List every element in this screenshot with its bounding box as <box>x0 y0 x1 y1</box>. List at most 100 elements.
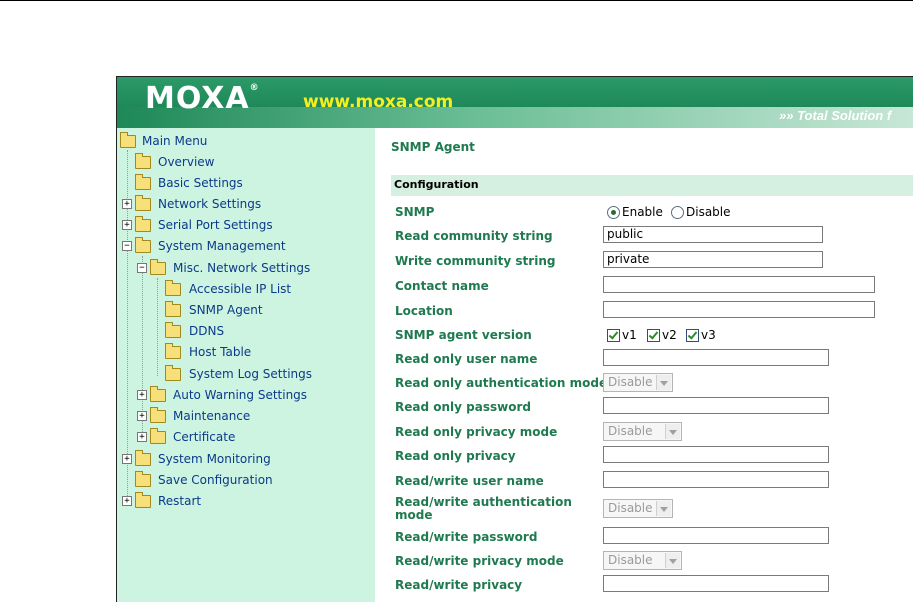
expand-icon[interactable]: + <box>137 390 147 400</box>
menu-item-label: Certificate <box>173 430 236 444</box>
write-community-input[interactable]: private <box>603 251 823 268</box>
chevron-down-icon <box>656 375 671 390</box>
ro-password-input[interactable] <box>603 397 829 414</box>
expand-icon[interactable]: + <box>122 199 132 209</box>
menu-item-label: Basic Settings <box>158 176 243 190</box>
rw-privacy-mode-value: Disable <box>608 553 653 567</box>
rw-auth-label-line2: mode <box>395 508 433 522</box>
rw-privacy-mode-label: Read/write privacy mode <box>395 554 564 568</box>
snmp-enable-label: Enable <box>622 205 663 219</box>
menu-item-label: Misc. Network Settings <box>173 261 311 275</box>
menu-item-label: DDNS <box>189 324 225 338</box>
web-console-frame: MOXA® www.moxa.com »» Total Solution f M… <box>116 76 913 602</box>
expand-icon[interactable]: + <box>122 496 132 506</box>
folder-icon <box>150 407 166 423</box>
ro-privacy-label: Read only privacy <box>395 449 516 463</box>
rw-auth-select[interactable]: Disable <box>603 499 673 518</box>
header-tagline: »» Total Solution f <box>779 108 892 123</box>
menu-item-label: System Management <box>158 239 286 253</box>
v1-checkbox[interactable] <box>607 329 620 342</box>
ro-auth-value: Disable <box>608 375 653 389</box>
expand-icon[interactable]: + <box>122 454 132 464</box>
section-header: Configuration <box>391 175 913 196</box>
ro-privacy-mode-select[interactable]: Disable <box>603 422 682 441</box>
snmp-version-checkboxes: v1 v2 v3 <box>607 328 727 343</box>
rw-privacy-label: Read/write privacy <box>395 578 523 592</box>
v3-checkbox[interactable] <box>686 329 699 342</box>
menu-item-label: Main Menu <box>142 134 208 148</box>
logo-registered-mark: ® <box>249 83 260 93</box>
contact-name-label: Contact name <box>395 279 489 293</box>
menu-item-label: Auto Warning Settings <box>173 388 308 402</box>
ro-privacy-mode-value: Disable <box>608 424 653 438</box>
rw-auth-label: Read/write authentication mode <box>395 496 572 522</box>
expand-icon[interactable]: + <box>122 220 132 230</box>
rw-password-input[interactable] <box>603 527 829 544</box>
read-community-input[interactable]: public <box>603 226 823 243</box>
collapse-icon[interactable]: − <box>137 263 147 273</box>
website-link[interactable]: www.moxa.com <box>303 92 453 112</box>
menu-item-label: System Log Settings <box>189 367 313 381</box>
ro-auth-label: Read only authentication mode <box>395 376 608 390</box>
folder-icon <box>150 428 166 444</box>
menu-item-label: Accessible IP List <box>189 282 292 296</box>
read-community-label: Read community string <box>395 229 553 243</box>
expand-icon[interactable]: + <box>137 411 147 421</box>
snmp-radio-group: Enable Disable <box>607 205 747 220</box>
snmp-version-label: SNMP agent version <box>395 328 532 342</box>
snmp-enable-radio[interactable] <box>607 206 620 219</box>
menu-item-label: Network Settings <box>158 197 262 211</box>
folder-icon <box>135 492 151 508</box>
expand-icon[interactable]: + <box>137 432 147 442</box>
contact-name-input[interactable] <box>603 276 875 293</box>
menu-item-label: Overview <box>158 155 215 169</box>
v2-checkbox[interactable] <box>647 329 660 342</box>
folder-icon <box>165 343 181 359</box>
write-community-label: Write community string <box>395 254 556 268</box>
folder-open-icon <box>135 237 151 253</box>
rw-privacy-mode-select[interactable]: Disable <box>603 551 682 570</box>
rw-user-label: Read/write user name <box>395 474 544 488</box>
logo-text: MOXA <box>145 81 250 116</box>
chevron-down-icon <box>656 501 671 516</box>
folder-open-icon <box>120 132 136 148</box>
tree-guide-line <box>157 278 158 376</box>
ro-password-label: Read only password <box>395 400 531 414</box>
moxa-logo: MOXA® <box>145 81 260 116</box>
folder-icon <box>135 450 151 466</box>
menu-item-label: Serial Port Settings <box>158 218 273 232</box>
ro-auth-select[interactable]: Disable <box>603 373 673 392</box>
folder-open-icon <box>150 259 166 275</box>
folder-icon <box>135 216 151 232</box>
menu-item-label: Restart <box>158 494 202 508</box>
header-banner: MOXA® www.moxa.com »» Total Solution f <box>117 77 913 128</box>
folder-icon <box>135 471 151 487</box>
v1-label: v1 <box>622 328 637 342</box>
main-content: SNMP Agent Configuration SNMP Enable Dis… <box>376 128 913 602</box>
ro-user-input[interactable] <box>603 349 829 366</box>
folder-icon <box>165 365 181 381</box>
location-label: Location <box>395 304 453 318</box>
sidebar-menu: Main Menu Overview Basic Settings + Netw… <box>117 128 376 602</box>
rw-privacy-input[interactable] <box>603 575 829 592</box>
page-title: SNMP Agent <box>391 140 475 154</box>
folder-icon <box>165 322 181 338</box>
rw-password-label: Read/write password <box>395 530 538 544</box>
menu-item-label: System Monitoring <box>158 452 271 466</box>
v3-label: v3 <box>701 328 716 342</box>
ro-privacy-mode-label: Read only privacy mode <box>395 425 558 439</box>
collapse-icon[interactable]: − <box>122 241 132 251</box>
folder-icon <box>165 301 181 317</box>
folder-icon <box>165 280 181 296</box>
rw-auth-value: Disable <box>608 501 653 515</box>
chevron-down-icon <box>665 424 680 439</box>
folder-icon <box>135 153 151 169</box>
ro-privacy-input[interactable] <box>603 446 829 463</box>
ro-user-label: Read only user name <box>395 352 538 366</box>
menu-item-label: Maintenance <box>173 409 251 423</box>
location-input[interactable] <box>603 301 875 318</box>
v2-label: v2 <box>662 328 677 342</box>
folder-icon <box>135 174 151 190</box>
rw-user-input[interactable] <box>603 471 829 488</box>
snmp-disable-radio[interactable] <box>671 206 684 219</box>
